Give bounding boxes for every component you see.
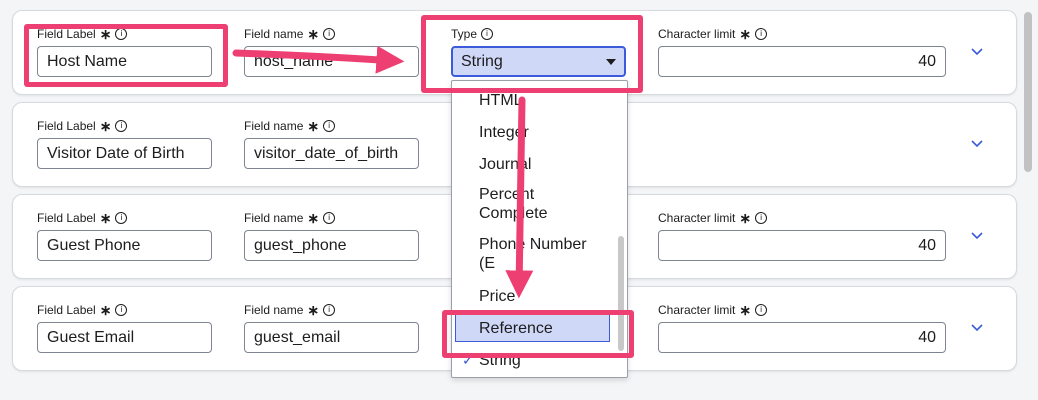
arrow-annotation-layer (232, 45, 534, 299)
arrow-annotation (232, 45, 405, 74)
arrow-annotation (505, 96, 534, 299)
